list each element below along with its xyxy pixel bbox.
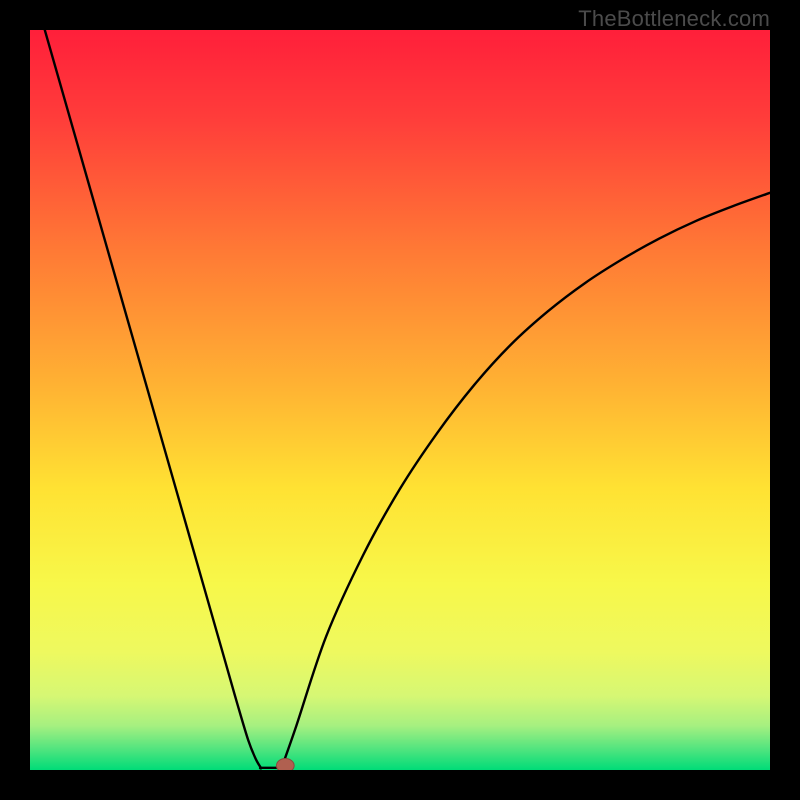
watermark-text: TheBottleneck.com xyxy=(578,6,770,32)
gradient-background xyxy=(30,30,770,770)
chart-frame: TheBottleneck.com xyxy=(0,0,800,800)
plot-area xyxy=(30,30,770,770)
bottleneck-curve-chart xyxy=(30,30,770,770)
optimal-point-marker xyxy=(276,759,294,770)
